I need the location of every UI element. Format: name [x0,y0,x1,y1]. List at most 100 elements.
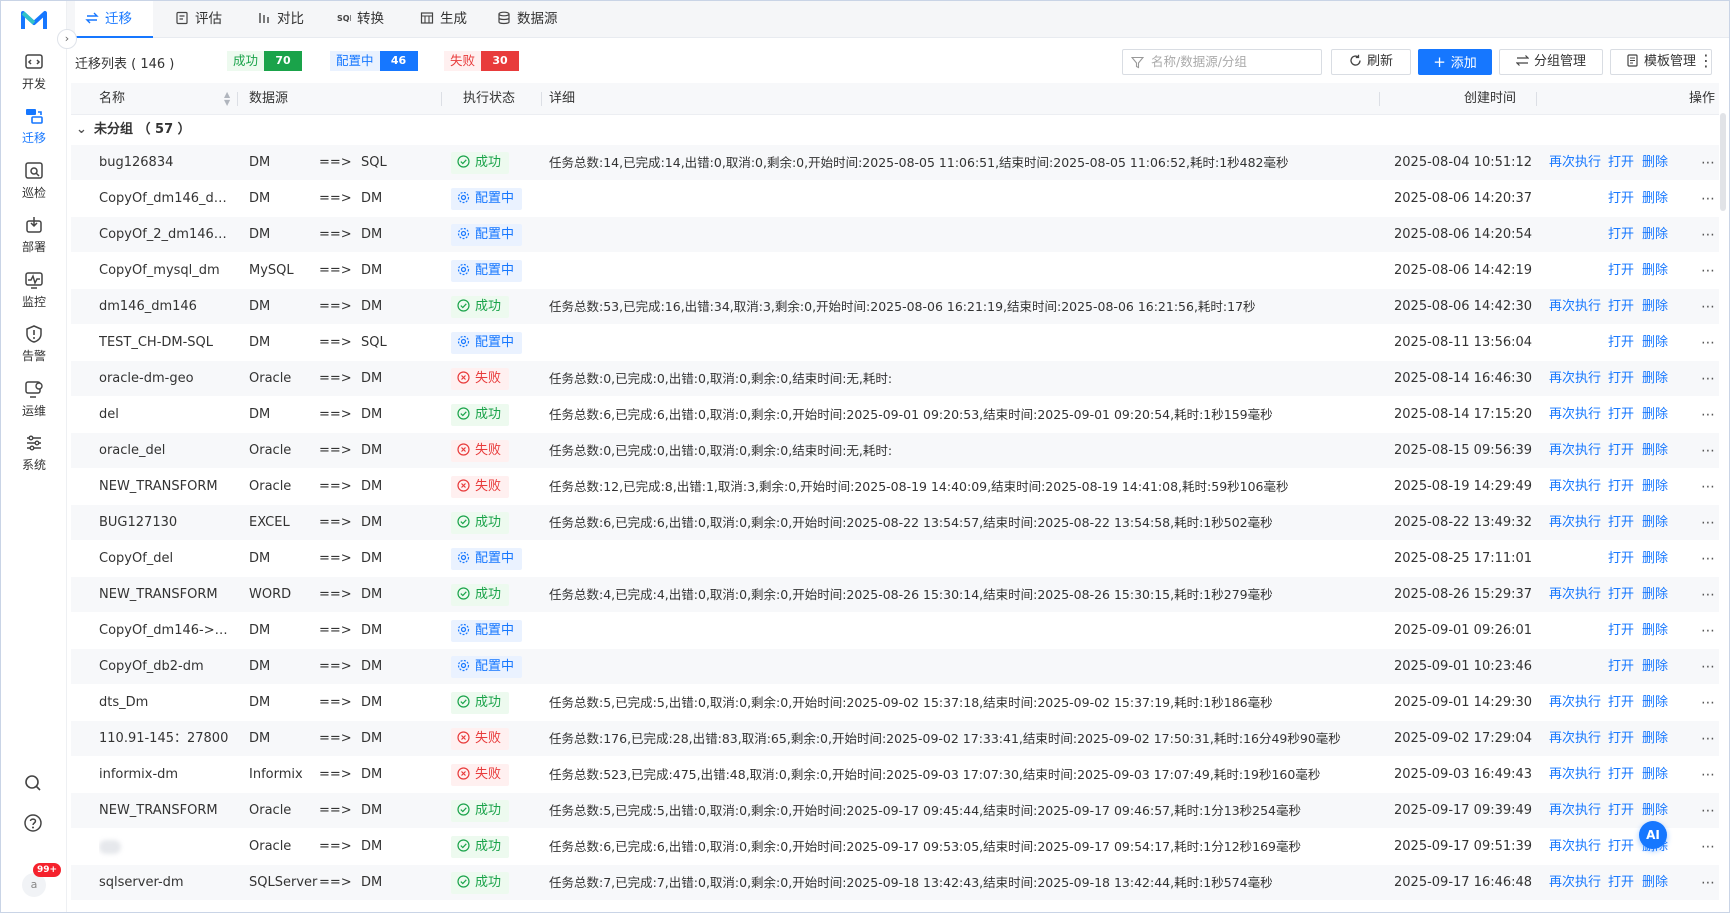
delete-link[interactable]: 删除 [1642,397,1668,433]
sidebar-item-alert[interactable]: 告警 [1,319,67,375]
open-link[interactable]: 打开 [1608,577,1634,613]
more-horizontal-icon[interactable]: ⋯ [1701,721,1715,757]
table-row[interactable]: del DM ==> DM 成功 任务总数:6,已完成:6,出错:0,取消:0,剩余:0,… [71,397,1719,433]
open-link[interactable]: 打开 [1608,181,1634,217]
rerun-link[interactable]: 再次执行 [1549,577,1601,613]
sidebar-item-migrate[interactable]: 迁移 [1,101,67,157]
rerun-link[interactable]: 再次执行 [1549,865,1601,901]
collapse-sidebar-button[interactable]: › [57,29,77,49]
table-row[interactable]: dm146_dm146 DM ==> DM 成功 任务总数:53,已完成:16,出错:34… [71,289,1719,325]
more-horizontal-icon[interactable]: ⋯ [1701,829,1715,865]
open-link[interactable]: 打开 [1608,433,1634,469]
delete-link[interactable]: 删除 [1642,325,1668,361]
sidebar-item-inspect[interactable]: 巡检 [1,156,67,212]
rerun-link[interactable]: 再次执行 [1549,829,1601,865]
table-row[interactable]: CopyOf_db2-dm DM ==> DM 配置中 2025-09-01 10:23:… [71,649,1719,685]
tab-generate[interactable]: 生成 [410,1,482,38]
table-row[interactable]: NEW_TRANSFORM Oracle ==> DM 成功 任务总数:5,已完成:5,出… [71,793,1719,829]
rerun-link[interactable]: 再次执行 [1549,433,1601,469]
table-row[interactable]: informix-dm Informix ==> DM 失败 任务总数:523,已完成:4… [71,757,1719,793]
sidebar-item-ops[interactable]: 运维 [1,374,67,430]
delete-link[interactable]: 删除 [1642,505,1668,541]
stat-config[interactable]: 配置中 46 [330,51,418,71]
search-icon[interactable] [23,773,43,793]
stat-fail[interactable]: 失败 30 [444,51,520,71]
delete-link[interactable]: 删除 [1642,685,1668,721]
table-row[interactable]: BUG127130 EXCEL ==> DM 成功 任务总数:6,已完成:6,出错:0,取… [71,505,1719,541]
table-row[interactable]: NEW_TRANSFORM WORD ==> DM 成功 任务总数:4,已完成:4,出错:… [71,577,1719,613]
delete-link[interactable]: 删除 [1642,433,1668,469]
more-horizontal-icon[interactable]: ⋯ [1701,757,1715,793]
more-horizontal-icon[interactable]: ⋯ [1701,649,1715,685]
rerun-link[interactable]: 再次执行 [1549,505,1601,541]
tab-evaluate[interactable]: 评估 [165,1,237,38]
open-link[interactable]: 打开 [1608,217,1634,253]
open-link[interactable]: 打开 [1608,721,1634,757]
rerun-link[interactable]: 再次执行 [1549,793,1601,829]
sidebar-item-system[interactable]: 系统 [1,428,67,484]
delete-link[interactable]: 删除 [1642,181,1668,217]
more-horizontal-icon[interactable]: ⋯ [1701,253,1715,289]
open-link[interactable]: 打开 [1608,757,1634,793]
delete-link[interactable]: 删除 [1642,217,1668,253]
delete-link[interactable]: 删除 [1642,145,1668,181]
delete-link[interactable]: 删除 [1642,865,1668,901]
sidebar-item-develop[interactable]: 开发 [1,47,67,103]
table-row[interactable]: 110.91-145：27800 DM ==> DM 失败 任务总数:176,已完成:28… [71,721,1719,757]
scrollbar[interactable] [1720,113,1726,211]
delete-link[interactable]: 删除 [1642,613,1668,649]
open-link[interactable]: 打开 [1608,397,1634,433]
open-link[interactable]: 打开 [1608,361,1634,397]
tab-migrate[interactable]: 迁移 [75,1,153,38]
rerun-link[interactable]: 再次执行 [1549,757,1601,793]
app-logo-icon[interactable] [20,7,48,35]
more-horizontal-icon[interactable]: ⋯ [1701,217,1715,253]
table-row[interactable]: sqlserver-dm SQLServer ==> DM 成功 任务总数:7,已完成:7… [71,865,1719,901]
more-horizontal-icon[interactable]: ⋯ [1701,505,1715,541]
ai-assistant-button[interactable]: AI [1639,821,1667,849]
table-row[interactable]: oracle-dm-geo Oracle ==> DM 失败 任务总数:0,已完成:0,出… [71,361,1719,397]
delete-link[interactable]: 删除 [1642,289,1668,325]
tab-datasource[interactable]: 数据源 [487,1,577,38]
rerun-link[interactable]: 再次执行 [1549,721,1601,757]
rerun-link[interactable]: 再次执行 [1549,361,1601,397]
rerun-link[interactable]: 再次执行 [1549,397,1601,433]
template-manage-button[interactable]: 模板管理 [1610,49,1712,75]
open-link[interactable]: 打开 [1608,289,1634,325]
sidebar-item-deploy[interactable]: 部署 [1,210,67,266]
more-horizontal-icon[interactable]: ⋯ [1701,469,1715,505]
open-link[interactable]: 打开 [1608,469,1634,505]
open-link[interactable]: 打开 [1608,865,1634,901]
help-icon[interactable] [23,813,43,833]
delete-link[interactable]: 删除 [1642,361,1668,397]
more-vertical-icon[interactable]: ⋮ [1698,51,1714,70]
delete-link[interactable]: 删除 [1642,649,1668,685]
more-horizontal-icon[interactable]: ⋯ [1701,865,1715,901]
open-link[interactable]: 打开 [1608,145,1634,181]
delete-link[interactable]: 删除 [1642,577,1668,613]
delete-link[interactable]: 删除 [1642,253,1668,289]
open-link[interactable]: 打开 [1608,613,1634,649]
more-horizontal-icon[interactable]: ⋯ [1701,793,1715,829]
table-row[interactable]: CopyOf_mysql_dm MySQL ==> DM 配置中 2025-08-06 1… [71,253,1719,289]
table-row[interactable]: CopyOf_2_dm146_d... DM ==> DM 配置中 2025-08-06 … [71,217,1719,253]
group-manage-button[interactable]: 分组管理 [1499,49,1603,75]
open-link[interactable]: 打开 [1608,325,1634,361]
stat-success[interactable]: 成功 70 [227,51,303,71]
table-row[interactable]: CopyOf_del DM ==> DM 配置中 2025-08-25 17:11:01 打… [71,541,1719,577]
open-link[interactable]: 打开 [1608,685,1634,721]
more-horizontal-icon[interactable]: ⋯ [1701,433,1715,469]
tab-convert[interactable]: SQL 转换 [327,1,407,38]
sort-icon[interactable]: ▲ ▼ [224,91,230,107]
sidebar-item-monitor[interactable]: 监控 [1,265,67,321]
more-horizontal-icon[interactable]: ⋯ [1701,685,1715,721]
open-link[interactable]: 打开 [1608,541,1634,577]
column-header-name[interactable]: 名称 [99,83,125,115]
rerun-link[interactable]: 再次执行 [1549,289,1601,325]
rerun-link[interactable]: 再次执行 [1549,145,1601,181]
table-row[interactable]: CopyOf_dm146_dm... DM ==> DM 配置中 2025-08-06 1… [71,181,1719,217]
group-header-ungrouped[interactable]: ⌄ 未分组 （ 57 ） [71,115,1719,145]
delete-link[interactable]: 删除 [1642,541,1668,577]
table-row[interactable]: CopyOf_dm146->d... DM ==> DM 配置中 2025-09-01 0… [71,613,1719,649]
table-row[interactable]: bug126834 DM ==> SQL 成功 任务总数:14,已完成:14,出错:0,取… [71,145,1719,181]
